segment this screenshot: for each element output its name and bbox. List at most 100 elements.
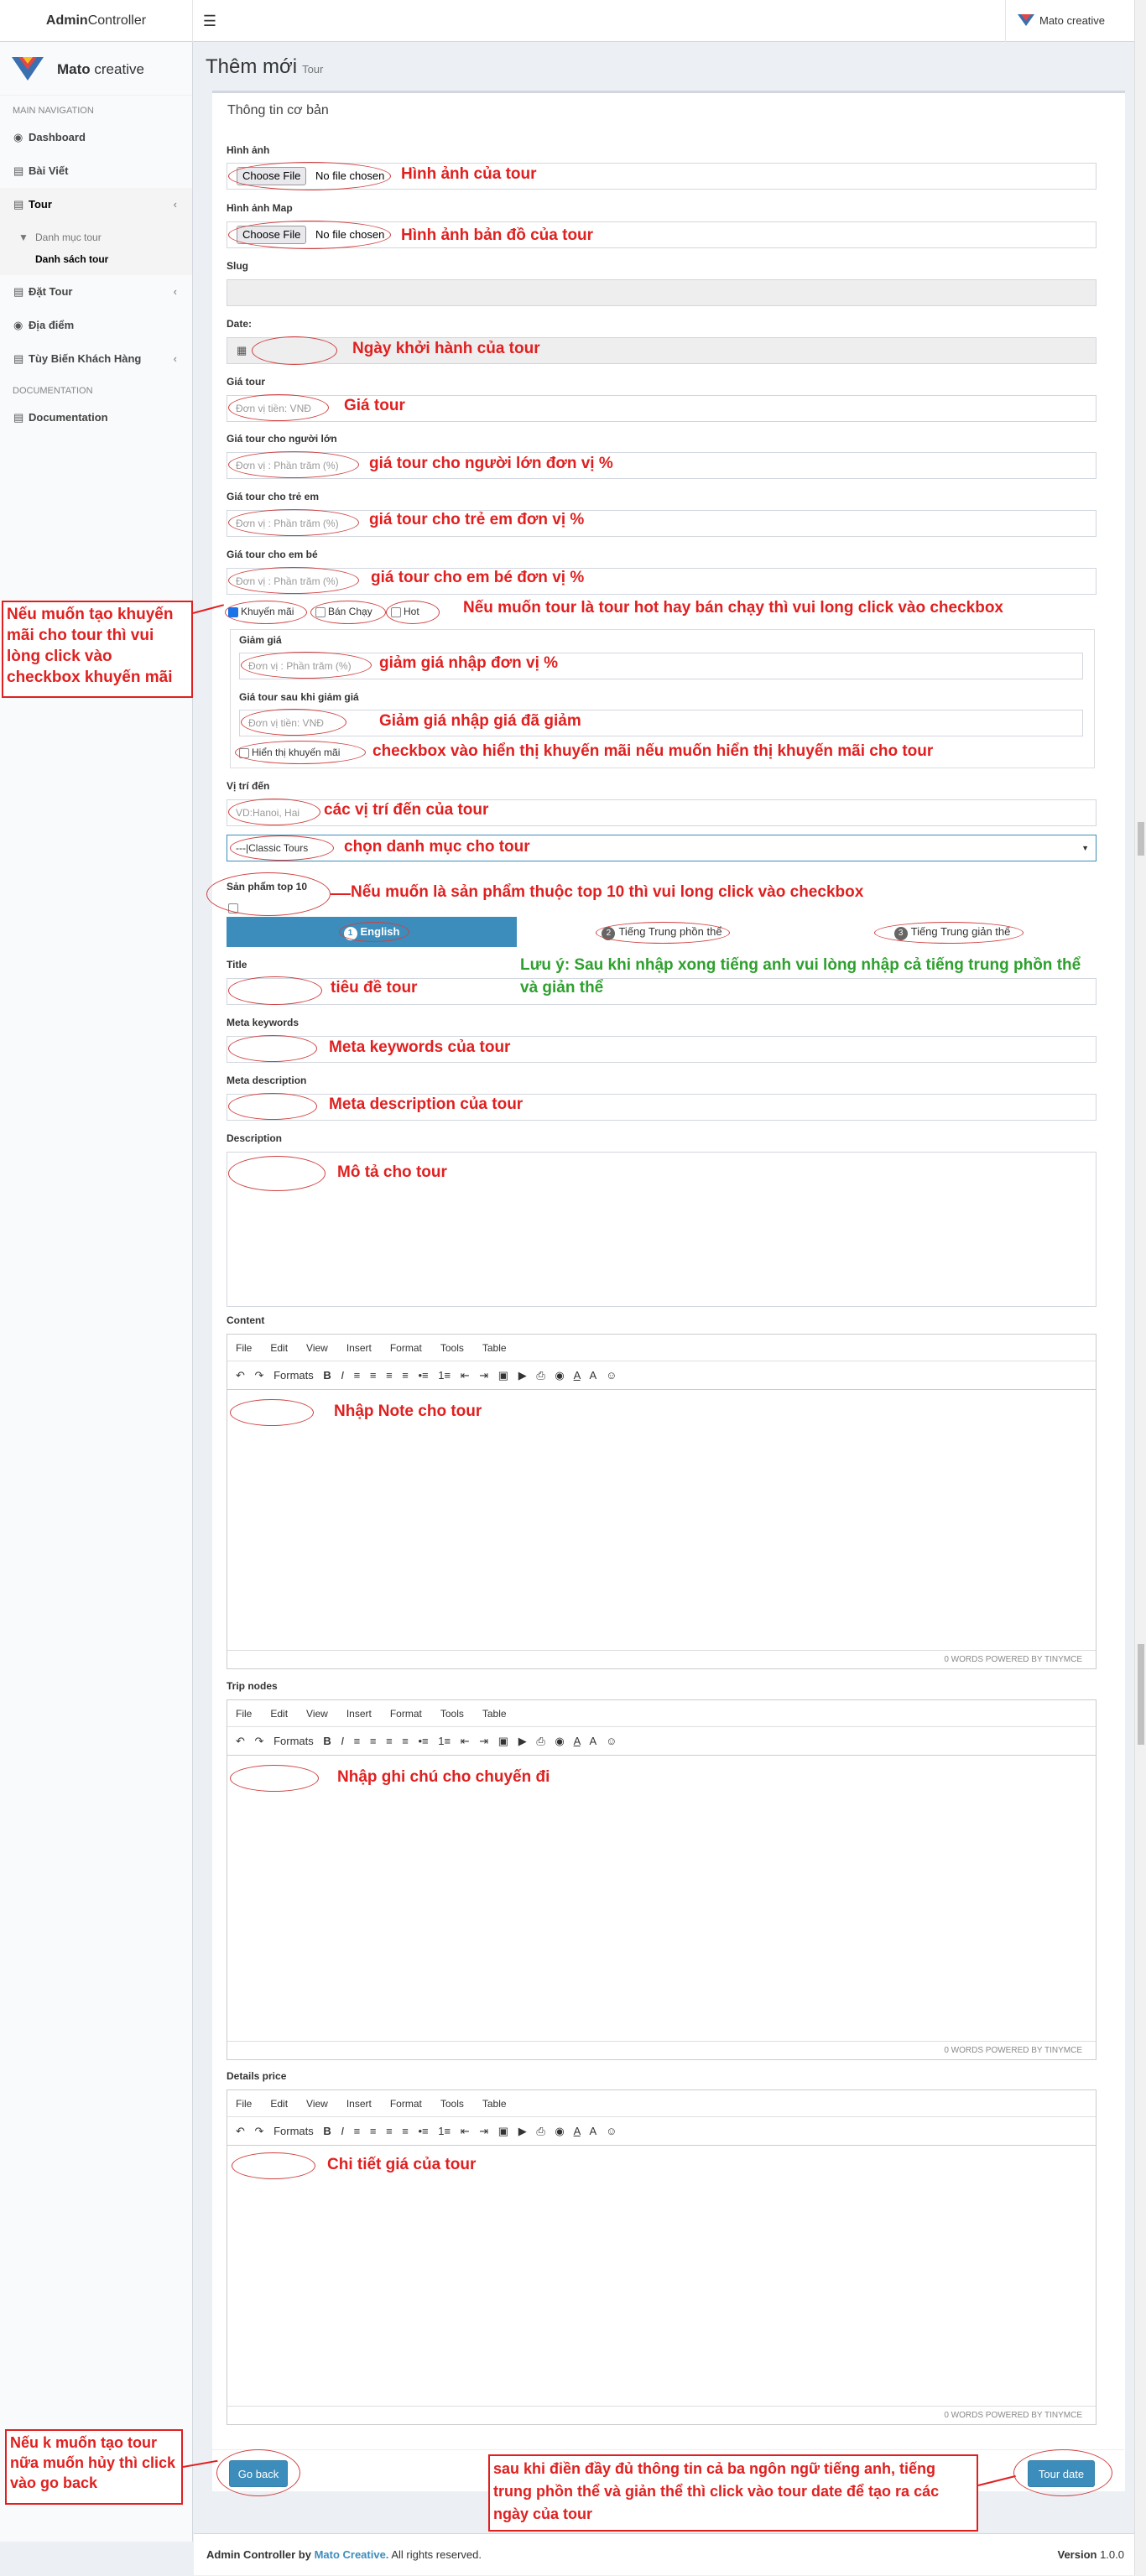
divider — [201, 2449, 1124, 2450]
undo-icon[interactable]: ↶ — [236, 1369, 245, 1382]
bullet-list-icon[interactable]: •≡ — [419, 1369, 429, 1382]
trip-nodes-editor[interactable]: File Edit View Insert Format Tools Table ↶ ↷ F… — [227, 1699, 1097, 2060]
bold-icon[interactable]: B — [323, 1369, 331, 1382]
bg-color-icon[interactable]: A — [589, 1369, 596, 1382]
print-icon[interactable]: ⎙ — [536, 2125, 544, 2137]
menu-view[interactable]: View — [306, 2098, 328, 2110]
redo-icon[interactable]: ↷ — [255, 1369, 264, 1382]
menu-file[interactable]: File — [236, 1708, 252, 1720]
indent-icon[interactable]: ⇥ — [479, 2125, 488, 2137]
menu-edit[interactable]: Edit — [270, 1708, 288, 1720]
menu-table[interactable]: Table — [482, 1342, 507, 1354]
text-color-icon[interactable]: A — [574, 2125, 581, 2137]
indent-icon[interactable]: ⇥ — [479, 1735, 488, 1747]
undo-icon[interactable]: ↶ — [236, 2125, 245, 2137]
details-price-editor[interactable]: File Edit View Insert Format Tools Table ↶ ↷ F… — [227, 2089, 1097, 2425]
align-center-icon[interactable]: ≡ — [370, 1735, 377, 1747]
align-right-icon[interactable]: ≡ — [386, 1369, 393, 1382]
bullet-list-icon[interactable]: •≡ — [419, 1735, 429, 1747]
menu-edit[interactable]: Edit — [270, 2098, 288, 2110]
emoji-icon[interactable]: ☺ — [606, 1735, 617, 1747]
gia-sau-giam-input[interactable]: Đơn vị tiền: VNĐ — [239, 710, 1083, 736]
menu-file[interactable]: File — [236, 2098, 252, 2110]
image-icon[interactable]: ▣ — [498, 1735, 508, 1747]
align-left-icon[interactable]: ≡ — [354, 1735, 361, 1747]
print-icon[interactable]: ⎙ — [536, 1369, 544, 1382]
emoji-icon[interactable]: ☺ — [606, 2125, 617, 2137]
italic-icon[interactable]: I — [341, 1369, 344, 1382]
number-list-icon[interactable]: 1≡ — [438, 2125, 451, 2137]
menu-format[interactable]: Format — [390, 2098, 422, 2110]
media-icon[interactable]: ▶ — [518, 1369, 527, 1382]
image-icon[interactable]: ▣ — [498, 1369, 508, 1382]
text-color-icon[interactable]: A — [574, 1369, 581, 1382]
image-icon[interactable]: ▣ — [498, 2125, 508, 2137]
annotation-gia-tre-em: giá tour cho trẻ em đơn vị % — [369, 511, 585, 528]
menu-table[interactable]: Table — [482, 2098, 507, 2110]
bold-icon[interactable]: B — [323, 2125, 331, 2137]
formats-dropdown[interactable]: Formats — [273, 2125, 314, 2137]
align-right-icon[interactable]: ≡ — [386, 2125, 393, 2137]
bg-color-icon[interactable]: A — [589, 2125, 596, 2137]
editor-statusbar: 0 WORDS POWERED BY TINYMCE — [227, 2406, 1096, 2424]
menu-insert[interactable]: Insert — [346, 1342, 372, 1354]
media-icon[interactable]: ▶ — [518, 2125, 527, 2137]
annotation-ellipse — [596, 922, 730, 944]
emoji-icon[interactable]: ☺ — [606, 1369, 617, 1382]
menu-tools[interactable]: Tools — [440, 2098, 464, 2110]
media-icon[interactable]: ▶ — [518, 1735, 527, 1747]
align-center-icon[interactable]: ≡ — [370, 2125, 377, 2137]
redo-icon[interactable]: ↷ — [255, 2125, 264, 2137]
outdent-icon[interactable]: ⇤ — [461, 1735, 470, 1747]
annotation-gia-em-be: giá tour cho em bé đơn vị % — [371, 569, 585, 586]
undo-icon[interactable]: ↶ — [236, 1735, 245, 1747]
bullet-list-icon[interactable]: •≡ — [419, 2125, 429, 2137]
menu-insert[interactable]: Insert — [346, 1708, 372, 1720]
bold-icon[interactable]: B — [323, 1735, 331, 1747]
preview-icon[interactable]: ◉ — [555, 1369, 564, 1382]
annotation-ellipse — [228, 1156, 326, 1191]
menu-file[interactable]: File — [236, 1342, 252, 1354]
justify-icon[interactable]: ≡ — [402, 2125, 409, 2137]
footer-link[interactable]: Mato Creative. — [315, 2548, 389, 2561]
justify-icon[interactable]: ≡ — [402, 1735, 409, 1747]
redo-icon[interactable]: ↷ — [255, 1735, 264, 1747]
bg-color-icon[interactable]: A — [589, 1735, 596, 1747]
number-list-icon[interactable]: 1≡ — [438, 1735, 451, 1747]
formats-dropdown[interactable]: Formats — [273, 1369, 314, 1382]
align-center-icon[interactable]: ≡ — [370, 1369, 377, 1382]
align-left-icon[interactable]: ≡ — [354, 2125, 361, 2137]
annotation-giam-gia: giảm giá nhập đơn vị % — [379, 654, 559, 672]
justify-icon[interactable]: ≡ — [402, 1369, 409, 1382]
menu-table[interactable]: Table — [482, 1708, 507, 1720]
menu-tools[interactable]: Tools — [440, 1342, 464, 1354]
print-icon[interactable]: ⎙ — [536, 1735, 544, 1747]
label-details-price: Details price — [227, 2070, 287, 2082]
align-left-icon[interactable]: ≡ — [354, 1369, 361, 1382]
menu-tools[interactable]: Tools — [440, 1708, 464, 1720]
formats-dropdown[interactable]: Formats — [273, 1735, 314, 1747]
content-editor[interactable]: File Edit View Insert Format Tools Table ↶ ↷ F… — [227, 1334, 1097, 1669]
italic-icon[interactable]: I — [341, 1735, 344, 1747]
label-gia-tre-em: Giá tour cho trẻ em — [227, 491, 320, 502]
scrollbar-thumb[interactable] — [1138, 822, 1144, 856]
label-slug: Slug — [227, 260, 248, 272]
menu-format[interactable]: Format — [390, 1708, 422, 1720]
preview-icon[interactable]: ◉ — [555, 1735, 564, 1747]
menu-view[interactable]: View — [306, 1342, 328, 1354]
page-scrollbar[interactable] — [1134, 0, 1146, 2575]
italic-icon[interactable]: I — [341, 2125, 344, 2137]
slug-input[interactable] — [227, 279, 1097, 306]
number-list-icon[interactable]: 1≡ — [438, 1369, 451, 1382]
scrollbar-thumb[interactable] — [1138, 1644, 1144, 1745]
menu-edit[interactable]: Edit — [270, 1342, 288, 1354]
menu-view[interactable]: View — [306, 1708, 328, 1720]
align-right-icon[interactable]: ≡ — [386, 1735, 393, 1747]
preview-icon[interactable]: ◉ — [555, 2125, 564, 2137]
outdent-icon[interactable]: ⇤ — [461, 1369, 470, 1382]
menu-format[interactable]: Format — [390, 1342, 422, 1354]
indent-icon[interactable]: ⇥ — [479, 1369, 488, 1382]
text-color-icon[interactable]: A — [574, 1735, 581, 1747]
outdent-icon[interactable]: ⇤ — [461, 2125, 470, 2137]
menu-insert[interactable]: Insert — [346, 2098, 372, 2110]
